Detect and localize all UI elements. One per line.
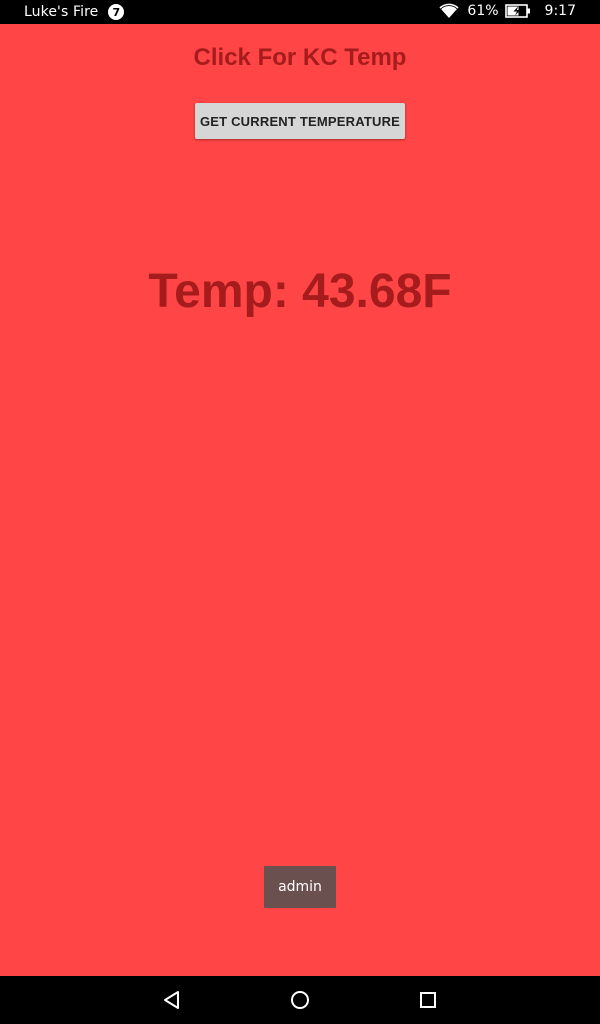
- recents-icon[interactable]: [416, 988, 440, 1012]
- get-temperature-button[interactable]: GET CURRENT TEMPERATURE: [195, 103, 405, 139]
- notification-badge: 7: [108, 4, 125, 20]
- status-right: 61% 9:17: [439, 3, 576, 19]
- wifi-icon: [439, 3, 459, 19]
- device-screen: Luke's Fire 7 61% 9:17 Click For KC Temp…: [0, 0, 600, 1024]
- home-icon[interactable]: [288, 988, 312, 1012]
- battery-percent: 61%: [467, 3, 499, 19]
- admin-button[interactable]: admin: [264, 866, 336, 908]
- clock: 9:17: [544, 3, 576, 19]
- battery-charging-icon: [504, 4, 530, 18]
- page-title: Click For KC Temp: [193, 44, 407, 71]
- back-icon[interactable]: [160, 988, 184, 1012]
- temperature-readout: Temp: 43.68F: [148, 265, 452, 318]
- app-content: Click For KC Temp GET CURRENT TEMPERATUR…: [0, 24, 600, 976]
- status-bar: Luke's Fire 7 61% 9:17: [0, 0, 600, 24]
- navigation-bar: [0, 976, 600, 1024]
- status-left: Luke's Fire 7: [24, 4, 125, 20]
- device-name: Luke's Fire: [24, 4, 99, 20]
